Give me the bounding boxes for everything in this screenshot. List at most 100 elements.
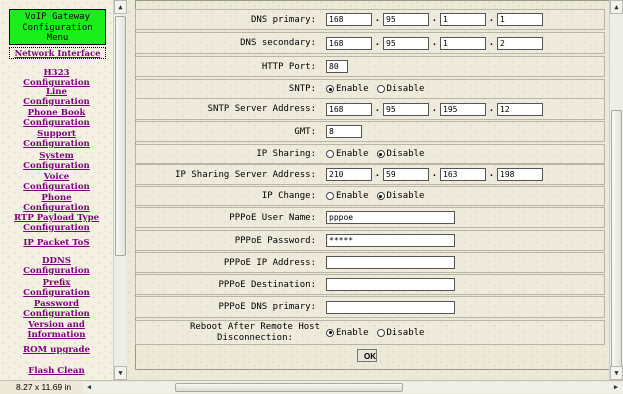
nav-item-label: Configuration (23, 202, 90, 213)
nav-item-line[interactable]: Line Configuration (0, 87, 113, 107)
reboot-label-line-1: Reboot After Remote Host (189, 322, 320, 332)
pppoe-dns-row: PPPoE DNS primary: (135, 296, 605, 318)
sntp-server-control: 168 . 95 . 195 . 12 (326, 99, 543, 119)
nav-item-support[interactable]: Support Configuration (0, 129, 113, 149)
pppoe-destination-label: PPPoE Destination: (218, 280, 316, 290)
ip-sharing-server-octet-3[interactable]: 163 (440, 168, 486, 181)
gmt-control: 8 (326, 122, 362, 141)
nav-item-ip-packet-tos[interactable]: IP Packet ToS (0, 238, 113, 249)
ip-change-control: Enable Disable (326, 187, 432, 205)
dns-primary-octet-2[interactable]: 95 (383, 13, 429, 26)
http-port-control: 80 (326, 57, 348, 76)
sntp-enable-label: Enable (336, 84, 369, 94)
ip-sharing-enable-label: Enable (336, 149, 369, 159)
sntp-server-octet-3[interactable]: 195 (440, 102, 486, 116)
http-port-input[interactable]: 80 (326, 60, 348, 73)
reboot-row: Reboot After Remote Host Disconnection: … (135, 320, 605, 345)
page-size-label: 8.27 x 11.69 in (16, 382, 72, 392)
horizontal-scrollbar[interactable]: ◀ ▶ (83, 382, 623, 393)
sntp-disable-label: Disable (386, 84, 425, 94)
scroll-down-icon[interactable]: ▼ (610, 366, 623, 380)
scroll-left-icon[interactable]: ◀ (83, 382, 95, 393)
dns-secondary-octet-2[interactable]: 95 (383, 36, 429, 50)
pppoe-password-input[interactable]: ***** (326, 234, 455, 247)
pppoe-user-label: PPPoE User Name: (229, 213, 316, 223)
nav-item-h323[interactable]: H323 Configuration (0, 68, 113, 88)
pppoe-ip-input[interactable] (326, 256, 455, 269)
ip-sharing-server-octet-1[interactable]: 210 (326, 168, 372, 181)
main-scroll-thumb[interactable] (611, 110, 622, 368)
pppoe-user-input[interactable]: pppoe (326, 211, 455, 224)
nav-item-password[interactable]: Password Configuration (0, 299, 113, 319)
nav-item-network-interface[interactable]: Network Interface (9, 47, 106, 59)
ip-change-enable-radio[interactable]: Enable (326, 191, 369, 201)
pppoe-ip-row: PPPoE IP Address: (135, 252, 605, 273)
gmt-input[interactable]: 8 (326, 125, 362, 138)
dns-secondary-octet-4[interactable]: 2 (497, 36, 543, 50)
ip-sharing-server-octet-4[interactable]: 198 (497, 168, 543, 181)
dns-primary-octet-4[interactable]: 1 (497, 13, 543, 26)
nav-item-label: Configuration (23, 138, 90, 149)
sntp-disable-radio[interactable]: Disable (376, 84, 425, 94)
nav-item-version-and-information[interactable]: Version and Information (0, 320, 113, 340)
octet-separator: . (488, 37, 495, 48)
nav-scroll-thumb[interactable] (115, 16, 126, 256)
nav-frame: VoIP Gateway Configuration Menu Network … (0, 0, 113, 380)
ip-change-row: IP Change: Enable Disable (135, 186, 605, 206)
pppoe-dns-control (326, 297, 455, 317)
nav-item-ddns[interactable]: DDNS Configuration (0, 256, 113, 276)
nav-item-prefix[interactable]: Prefix Configuration (0, 278, 113, 298)
ip-sharing-control: Enable Disable (326, 145, 432, 163)
scroll-up-icon[interactable]: ▲ (610, 0, 623, 14)
octet-separator: . (488, 169, 495, 179)
nav-item-system[interactable]: System Configuration (0, 151, 113, 171)
dns-primary-octet-1[interactable]: 168 (326, 13, 372, 26)
sntp-control: Enable Disable (326, 80, 432, 98)
nav-item-flash-clean[interactable]: Flash Clean (0, 366, 113, 377)
scroll-up-icon[interactable]: ▲ (114, 0, 127, 14)
ok-button[interactable]: OK (357, 349, 377, 362)
sntp-server-row: SNTP Server Address: 168 . 95 . 195 . 12 (135, 98, 605, 120)
nav-item-voice[interactable]: Voice Configuration (0, 172, 113, 192)
reboot-disable-radio[interactable]: Disable (376, 328, 424, 338)
nav-title-line: VoIP Gateway (24, 12, 91, 22)
dns-secondary-octet-3[interactable]: 1 (440, 36, 486, 50)
sntp-enable-radio[interactable]: Enable (326, 84, 369, 94)
octet-separator: . (488, 14, 495, 24)
scroll-down-icon[interactable]: ▼ (114, 366, 127, 380)
nav-item-phone-book[interactable]: Phone Book Configuration (0, 108, 113, 128)
reboot-enable-radio[interactable]: Enable (326, 328, 369, 338)
scroll-right-icon[interactable]: ▶ (610, 382, 622, 393)
ip-change-disable-radio[interactable]: Disable (376, 191, 424, 201)
dns-secondary-control: 168 . 95 . 1 . 2 (326, 33, 543, 53)
pppoe-destination-input[interactable] (326, 278, 455, 291)
http-port-label: HTTP Port: (261, 62, 316, 72)
horizontal-scroll-thumb[interactable] (175, 383, 403, 392)
http-port-row: HTTP Port: 80 (135, 56, 605, 77)
sntp-server-octet-4[interactable]: 12 (497, 102, 543, 116)
nav-item-phone[interactable]: Phone Configuration (0, 193, 113, 213)
nav-item-rtp-payload-type[interactable]: RTP Payload Type Configuration (0, 213, 113, 233)
sntp-server-octet-1[interactable]: 168 (326, 102, 372, 116)
nav-item-label: Configuration (23, 160, 90, 171)
ip-sharing-server-octet-2[interactable]: 59 (383, 168, 429, 181)
dns-primary-label: DNS primary: (250, 15, 316, 25)
ip-sharing-disable-radio[interactable]: Disable (376, 149, 425, 159)
nav-item-label: ROM upgrade (23, 345, 90, 355)
pppoe-dns-input[interactable] (326, 300, 455, 314)
ip-sharing-server-control: 210 . 59 . 163 . 198 (326, 165, 543, 184)
main-scrollbar[interactable]: ▲ ▼ (609, 0, 623, 380)
ip-sharing-disable-label: Disable (386, 149, 425, 159)
nav-item-label: Configuration (23, 181, 90, 192)
sntp-row: SNTP: Enable Disable (135, 79, 605, 99)
radio-unselected-icon (326, 150, 334, 158)
dns-secondary-octet-1[interactable]: 168 (326, 36, 372, 50)
nav-scrollbar[interactable]: ▲ ▼ (113, 0, 127, 380)
nav-item-rom-upgrade[interactable]: ROM upgrade (0, 345, 113, 356)
radio-selected-icon (326, 85, 334, 93)
pppoe-destination-control (326, 275, 455, 294)
ip-sharing-enable-radio[interactable]: Enable (326, 149, 369, 159)
sntp-server-octet-2[interactable]: 95 (383, 102, 429, 116)
octet-separator: . (374, 169, 381, 179)
dns-primary-octet-3[interactable]: 1 (440, 13, 486, 26)
